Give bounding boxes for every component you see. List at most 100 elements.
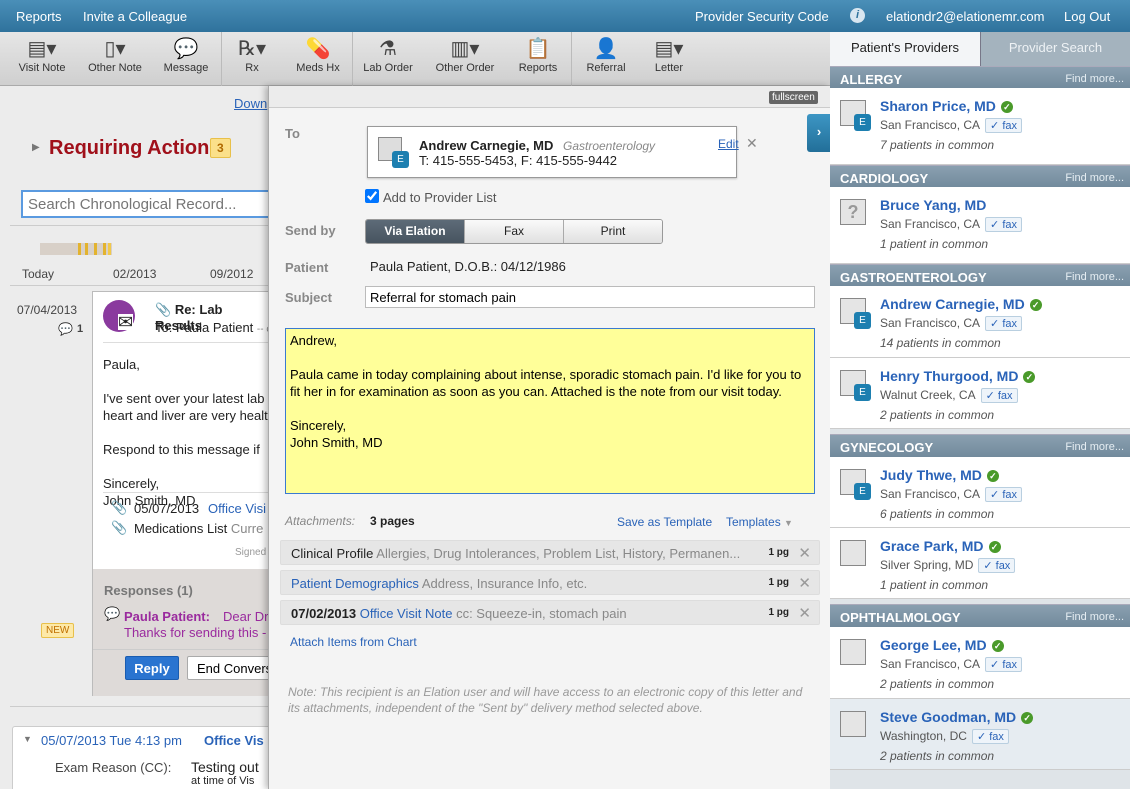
fax-badge: ✓ fax bbox=[985, 118, 1022, 133]
expand-triangle-icon[interactable]: ▶ bbox=[32, 142, 40, 153]
remove-attachment-close-icon[interactable]: ✕ bbox=[798, 574, 811, 592]
provider-name[interactable]: Henry Thurgood, MD bbox=[880, 368, 1018, 384]
requiring-action-heading[interactable]: Requiring Action bbox=[49, 137, 209, 160]
chronological-record-panel: Down ▶ Requiring Action 3 Today 02/2013 … bbox=[0, 86, 268, 789]
timeline-bar[interactable] bbox=[40, 243, 112, 255]
comment-count: 1 bbox=[77, 323, 84, 335]
person-arrow-icon: 👤 bbox=[593, 38, 619, 60]
letter-button[interactable]: ▤▾ Letter bbox=[644, 32, 694, 86]
provider-name[interactable]: George Lee, MD bbox=[880, 637, 987, 653]
remove-recipient-close-icon[interactable]: ✕ bbox=[746, 135, 758, 152]
verified-check-icon: ✓ bbox=[991, 640, 1004, 652]
letter-icon: ▤▾ bbox=[654, 38, 684, 60]
chat-bubbles-icon: 💬 bbox=[173, 38, 199, 60]
comment-icon: 💬 bbox=[58, 322, 73, 336]
provider-list-item[interactable]: E Judy Thwe, MD ✓ San Francisco, CA ✓ fax … bbox=[830, 457, 1130, 528]
rx-button[interactable]: ℞▾ Rx bbox=[232, 32, 272, 86]
find-more-link[interactable]: Find more... bbox=[1065, 271, 1124, 283]
send-print-option[interactable]: Print bbox=[563, 220, 662, 243]
fullscreen-button[interactable]: fullscreen bbox=[769, 91, 818, 104]
tab-provider-search[interactable]: Provider Search bbox=[980, 32, 1130, 66]
other-note-button[interactable]: ▯▾ Other Note bbox=[84, 32, 146, 86]
timeline-label: 02/2013 bbox=[113, 267, 157, 281]
meds-hx-button[interactable]: 💊 Meds Hx bbox=[290, 32, 346, 86]
info-icon[interactable]: i bbox=[850, 8, 865, 23]
attachment-link[interactable]: Office Visi bbox=[208, 501, 266, 516]
patients-in-common: 1 patient in common bbox=[880, 578, 989, 592]
provider-security-code-link[interactable]: Provider Security Code bbox=[695, 9, 829, 24]
provider-list-item[interactable]: Grace Park, MD ✓ Silver Spring, MD ✓ fax 1… bbox=[830, 528, 1130, 599]
provider-name[interactable]: Sharon Price, MD bbox=[880, 98, 996, 114]
referral-button[interactable]: 👤 Referral bbox=[580, 32, 632, 86]
send-via-elation-option[interactable]: Via Elation bbox=[366, 220, 464, 243]
provider-list-item[interactable]: Steve Goodman, MD ✓ Washington, DC ✓ fax 2… bbox=[830, 699, 1130, 770]
reply-button[interactable]: Reply bbox=[125, 656, 179, 680]
find-more-link[interactable]: Find more... bbox=[1065, 441, 1124, 453]
remove-attachment-close-icon[interactable]: ✕ bbox=[798, 604, 811, 622]
search-chronological-record-input[interactable] bbox=[21, 190, 268, 218]
action-count-badge: 3 bbox=[210, 138, 231, 158]
provider-list-item[interactable]: E Sharon Price, MD ✓ San Francisco, CA ✓ f… bbox=[830, 88, 1130, 165]
reports-link[interactable]: Reports bbox=[16, 9, 62, 24]
fax-badge: ✓ fax bbox=[985, 657, 1022, 672]
recipient-name: Andrew Carnegie, MD bbox=[419, 138, 554, 153]
invite-colleague-link[interactable]: Invite a Colleague bbox=[83, 9, 187, 24]
provider-name[interactable]: Judy Thwe, MD bbox=[880, 467, 982, 483]
reports-button[interactable]: 📋 Reports bbox=[512, 32, 564, 86]
to-label: To bbox=[285, 126, 300, 141]
send-fax-option[interactable]: Fax bbox=[464, 220, 563, 243]
logout-link[interactable]: Log Out bbox=[1064, 9, 1110, 24]
blank-document-icon: ▯▾ bbox=[104, 38, 126, 60]
provider-list-item[interactable]: E Henry Thurgood, MD ✓ Walnut Creek, CA ✓ … bbox=[830, 358, 1130, 429]
verified-check-icon: ✓ bbox=[1021, 712, 1034, 724]
download-link[interactable]: Down bbox=[234, 96, 267, 111]
message-button[interactable]: 💬 Message bbox=[158, 32, 214, 86]
provider-name[interactable]: Grace Park, MD bbox=[880, 538, 984, 554]
send-by-segmented-control: Via Elation Fax Print bbox=[365, 219, 663, 244]
visit-type[interactable]: Office Vis bbox=[204, 733, 264, 748]
attachment-name: Medications List Curre bbox=[134, 521, 264, 536]
subject-input[interactable] bbox=[365, 286, 815, 308]
letter-body-textarea[interactable]: Andrew, Paula came in today complaining … bbox=[285, 328, 815, 494]
provider-name[interactable]: Steve Goodman, MD bbox=[880, 709, 1016, 725]
comment-icon: 💬 bbox=[104, 606, 121, 621]
provider-list-item[interactable]: E Andrew Carnegie, MD ✓ San Francisco, CA… bbox=[830, 286, 1130, 358]
collapse-triangle-icon[interactable]: ▼ bbox=[23, 734, 32, 744]
providers-sidebar: Patient's Providers Provider Search ALLE… bbox=[830, 32, 1130, 789]
toolbar: ▤▾ Visit Note ▯▾ Other Note 💬 Message ℞▾ Rx … bbox=[0, 32, 830, 86]
expand-sidebar-chevron-icon[interactable]: › bbox=[807, 114, 831, 152]
provider-location: Silver Spring, MD bbox=[880, 558, 974, 572]
provider-avatar bbox=[840, 639, 866, 665]
provider-name[interactable]: Andrew Carnegie, MD bbox=[880, 296, 1025, 312]
visit-note-button[interactable]: ▤▾ Visit Note bbox=[12, 32, 72, 86]
remove-attachment-close-icon[interactable]: ✕ bbox=[798, 544, 811, 562]
responses-section: Responses (1) 💬 Paula Patient: Dear Dr T… bbox=[93, 569, 268, 696]
message-date: 07/04/2013 bbox=[17, 303, 78, 317]
find-more-link[interactable]: Find more... bbox=[1065, 611, 1124, 623]
add-to-provider-list-checkbox[interactable] bbox=[365, 189, 379, 203]
other-order-button[interactable]: ▥▾ Other Order bbox=[430, 32, 500, 86]
find-more-link[interactable]: Find more... bbox=[1065, 172, 1124, 184]
patients-in-common: 2 patients in common bbox=[880, 677, 995, 691]
top-nav-bar: Reports Invite a Colleague Provider Secu… bbox=[0, 0, 1130, 32]
visit-date[interactable]: 05/07/2013 Tue 4:13 pm bbox=[41, 733, 182, 748]
add-to-provider-list-label[interactable]: Add to Provider List bbox=[383, 190, 496, 205]
end-conversation-button[interactable]: End Convers bbox=[187, 656, 268, 680]
tab-patients-providers[interactable]: Patient's Providers bbox=[830, 32, 980, 66]
find-more-link[interactable]: Find more... bbox=[1065, 73, 1124, 85]
save-as-template-link[interactable]: Save as Template bbox=[617, 515, 712, 529]
provider-list-item[interactable]: ? Bruce Yang, MD San Francisco, CA ✓ fax … bbox=[830, 187, 1130, 264]
provider-name[interactable]: Bruce Yang, MD bbox=[880, 197, 986, 213]
provider-list-item[interactable]: George Lee, MD ✓ San Francisco, CA ✓ fax 2… bbox=[830, 627, 1130, 699]
edit-recipient-link[interactable]: Edit bbox=[718, 137, 739, 151]
lab-order-button[interactable]: ⚗ Lab Order bbox=[358, 32, 418, 86]
provider-location: San Francisco, CA bbox=[880, 118, 981, 132]
timeline-label: 09/2012 bbox=[210, 267, 254, 281]
new-badge: NEW bbox=[41, 623, 75, 638]
attachment-row: Patient Demographics Address, Insurance … bbox=[280, 570, 820, 595]
templates-dropdown[interactable]: Templates ▼ bbox=[726, 515, 793, 529]
patients-in-common: 2 patients in common bbox=[880, 749, 995, 763]
attach-items-link[interactable]: Attach Items from Chart bbox=[290, 635, 417, 649]
exam-reason-label: Exam Reason (CC): bbox=[55, 760, 172, 775]
envelope-icon: ✉ bbox=[118, 312, 134, 332]
